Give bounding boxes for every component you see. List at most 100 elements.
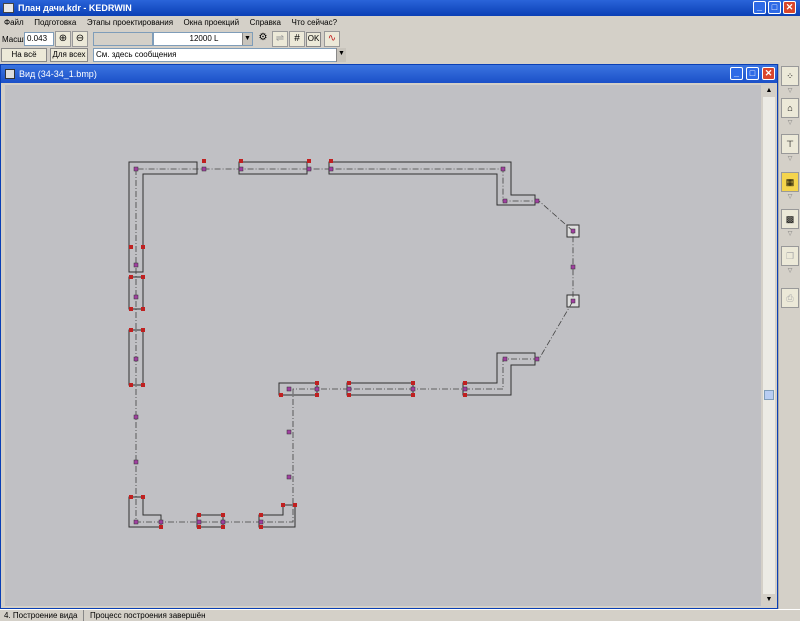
node <box>502 198 508 204</box>
vertical-scrollbar[interactable]: ▲ ▼ <box>763 85 775 606</box>
main-toolbar: Масшт 0.043 ⊕ ⊖ На всё окно Для всех 120… <box>0 30 800 71</box>
grid-icon[interactable]: # <box>289 31 305 47</box>
view-close-button[interactable]: ✕ <box>762 67 775 80</box>
node <box>534 198 540 204</box>
node <box>141 328 145 332</box>
node <box>259 513 263 517</box>
node <box>129 275 133 279</box>
close-button[interactable]: ✕ <box>783 1 796 14</box>
wall-icon[interactable]: ⊤ <box>781 134 799 154</box>
scale-input[interactable]: 0.043 <box>24 32 54 46</box>
node <box>197 513 201 517</box>
node <box>258 519 264 525</box>
node <box>196 519 202 525</box>
node <box>221 525 225 529</box>
view-maximize-button[interactable]: □ <box>746 67 759 80</box>
node <box>410 386 416 392</box>
node <box>570 228 576 234</box>
separator: ▽ <box>787 88 793 94</box>
node <box>133 414 139 420</box>
node <box>328 166 334 172</box>
nodes-purple <box>133 166 576 525</box>
chevron-down-icon: ▼ <box>336 48 346 62</box>
floor-plan <box>128 159 580 529</box>
view-window-title: Вид (34-34_1.bmp) <box>19 69 97 79</box>
nodes-red <box>129 159 467 529</box>
node <box>346 386 352 392</box>
menu-what-now[interactable]: Что сейчас? <box>287 16 341 30</box>
scroll-down-icon[interactable]: ▼ <box>763 594 775 606</box>
wall-segment <box>258 504 296 528</box>
menu-help[interactable]: Справка <box>246 16 285 30</box>
node <box>570 298 576 304</box>
building-icon[interactable]: ▦ <box>781 172 799 192</box>
node <box>329 159 333 163</box>
node <box>141 307 145 311</box>
node <box>411 393 415 397</box>
node <box>463 381 467 385</box>
node <box>133 459 139 465</box>
menu-bar: Файл Подготовка Этапы проектирования Окн… <box>0 16 800 30</box>
node <box>306 166 312 172</box>
node <box>307 159 311 163</box>
node <box>570 264 576 270</box>
edit-icon: ⇌ <box>272 31 288 47</box>
status-stage: 4. Построение вида <box>0 610 84 621</box>
message-field[interactable]: См. здесь сообщения <box>93 48 346 62</box>
node <box>462 386 468 392</box>
separator: ▽ <box>787 231 793 237</box>
node <box>221 513 225 517</box>
node <box>141 245 145 249</box>
node <box>239 159 243 163</box>
zoom-out-icon[interactable]: ⊖ <box>72 31 88 47</box>
print-icon: ⎙ <box>781 288 799 308</box>
chevron-down-icon: ▼ <box>242 33 252 45</box>
minimize-button[interactable]: _ <box>753 1 766 14</box>
pages-icon: ❐ <box>781 246 799 266</box>
menu-projection-windows[interactable]: Окна проекций <box>180 16 244 30</box>
node <box>286 429 292 435</box>
axis-line <box>135 168 574 523</box>
layer-select[interactable]: 12000 L ▼ <box>153 32 253 46</box>
house-outline-icon[interactable]: ⌂ <box>781 98 799 118</box>
node <box>500 166 506 172</box>
drawing-canvas[interactable] <box>5 85 761 606</box>
gear-icon[interactable]: ⚙ <box>255 31 271 47</box>
node <box>197 525 201 529</box>
node <box>129 383 133 387</box>
axis-lines <box>135 168 574 523</box>
node <box>133 294 139 300</box>
zoom-in-icon[interactable]: ⊕ <box>55 31 71 47</box>
menu-design-stages[interactable]: Этапы проектирования <box>83 16 177 30</box>
node <box>129 245 133 249</box>
fit-all-button[interactable]: На всё окно <box>1 48 47 71</box>
for-all-button[interactable]: Для всех <box>50 48 88 62</box>
view-minimize-button[interactable]: _ <box>730 67 743 80</box>
separator: ▽ <box>787 194 793 200</box>
separator: ▽ <box>787 268 793 274</box>
node <box>129 328 133 332</box>
node <box>202 159 206 163</box>
wave-icon[interactable]: ∿ <box>324 31 340 47</box>
node <box>159 525 163 529</box>
menu-file[interactable]: Файл <box>0 16 28 30</box>
scroll-up-icon[interactable]: ▲ <box>763 85 775 97</box>
node <box>534 356 540 362</box>
node <box>133 166 139 172</box>
node <box>315 381 319 385</box>
nodes-icon[interactable]: ⁘ <box>781 66 799 86</box>
node <box>279 393 283 397</box>
node <box>158 519 164 525</box>
node <box>286 386 292 392</box>
view-window-titlebar: Вид (34-34_1.bmp) _ □ ✕ <box>1 65 777 83</box>
scroll-thumb[interactable] <box>764 390 774 400</box>
node <box>133 356 139 362</box>
maximize-button[interactable]: □ <box>768 1 781 14</box>
hatch-icon[interactable]: ▩ <box>781 209 799 229</box>
status-message: Процесс построения завершён <box>90 611 206 620</box>
separator: ▽ <box>787 120 793 126</box>
ok-button[interactable]: OK <box>306 32 321 47</box>
node <box>411 381 415 385</box>
menu-prepare[interactable]: Подготовка <box>30 16 80 30</box>
node <box>133 262 139 268</box>
